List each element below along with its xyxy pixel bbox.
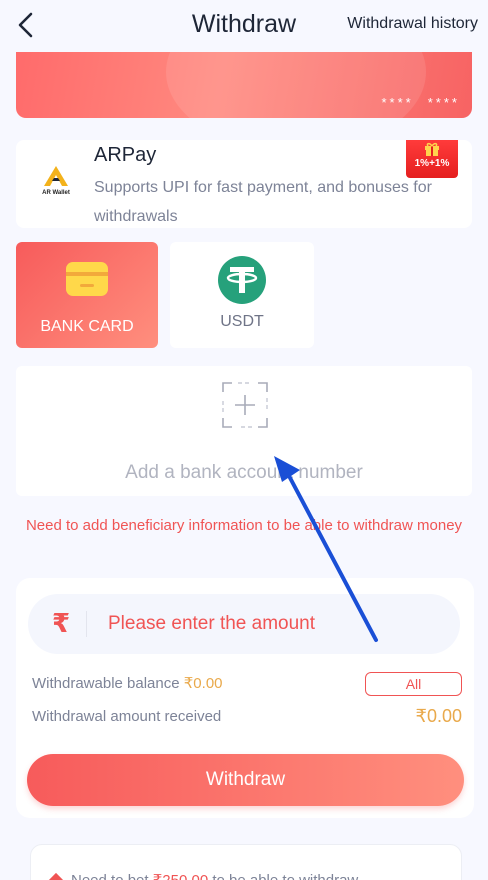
divider	[86, 611, 87, 637]
arpay-title: ARPay	[94, 144, 157, 166]
withdrawable-label: Withdrawable balance	[32, 675, 180, 692]
beneficiary-warning: Need to add beneficiary information to b…	[25, 517, 463, 534]
arpay-promo[interactable]: AR Wallet ARPay Supports UPI for fast pa…	[16, 140, 472, 228]
bet-note-amount: ₹250.00	[153, 872, 208, 880]
gift-icon	[425, 142, 439, 156]
bonus-badge-text: 1%+1%	[414, 158, 450, 169]
diamond-icon	[48, 872, 64, 880]
add-plus-icon	[222, 382, 268, 428]
arpay-description: Supports UPI for fast payment, and bonus…	[94, 179, 432, 225]
amount-input-wrap: ₹	[28, 594, 460, 654]
header: Withdraw Withdrawal history	[0, 0, 488, 52]
method-label: BANK CARD	[40, 318, 134, 335]
bet-requirement-note: Need to bet ₹250.00 to be able to withdr…	[30, 844, 462, 880]
all-button[interactable]: All	[365, 672, 462, 696]
bet-note-text: Need to bet ₹250.00 to be able to withdr…	[71, 871, 358, 880]
rupee-icon: ₹	[52, 608, 71, 638]
withdrawable-balance: Withdrawable balance ₹0.00	[32, 674, 223, 692]
withdrawable-value: ₹0.00	[183, 675, 223, 692]
withdrawal-history-link[interactable]: Withdrawal history	[347, 15, 478, 33]
method-tab-usdt[interactable]: USDT	[170, 242, 314, 348]
method-label: USDT	[220, 313, 264, 330]
ar-wallet-logo: AR Wallet	[36, 166, 76, 206]
masked-digits: ****	[427, 95, 460, 110]
received-value: ₹0.00	[415, 706, 463, 726]
masked-digits: ****	[381, 95, 414, 110]
amount-input[interactable]	[108, 608, 438, 640]
ar-wallet-logo-text: AR Wallet	[42, 190, 70, 196]
received-label: Withdrawal amount received	[32, 708, 222, 725]
bank-card-banner: **** ****	[16, 52, 472, 118]
ar-wallet-icon	[44, 166, 68, 186]
withdraw-button[interactable]: Withdraw	[27, 754, 464, 806]
add-bank-account-card[interactable]: Add a bank account number	[16, 366, 472, 496]
bet-note-prefix: Need to bet	[71, 872, 149, 880]
bonus-badge: 1%+1%	[406, 140, 458, 178]
bank-card-icon	[66, 262, 108, 296]
masked-card-number: **** ****	[368, 95, 461, 110]
add-bank-label: Add a bank account number	[125, 462, 363, 483]
usdt-icon	[218, 256, 266, 304]
bet-note-suffix: to be able to withdraw	[212, 872, 358, 880]
method-tab-bank-card[interactable]: BANK CARD	[16, 242, 158, 348]
